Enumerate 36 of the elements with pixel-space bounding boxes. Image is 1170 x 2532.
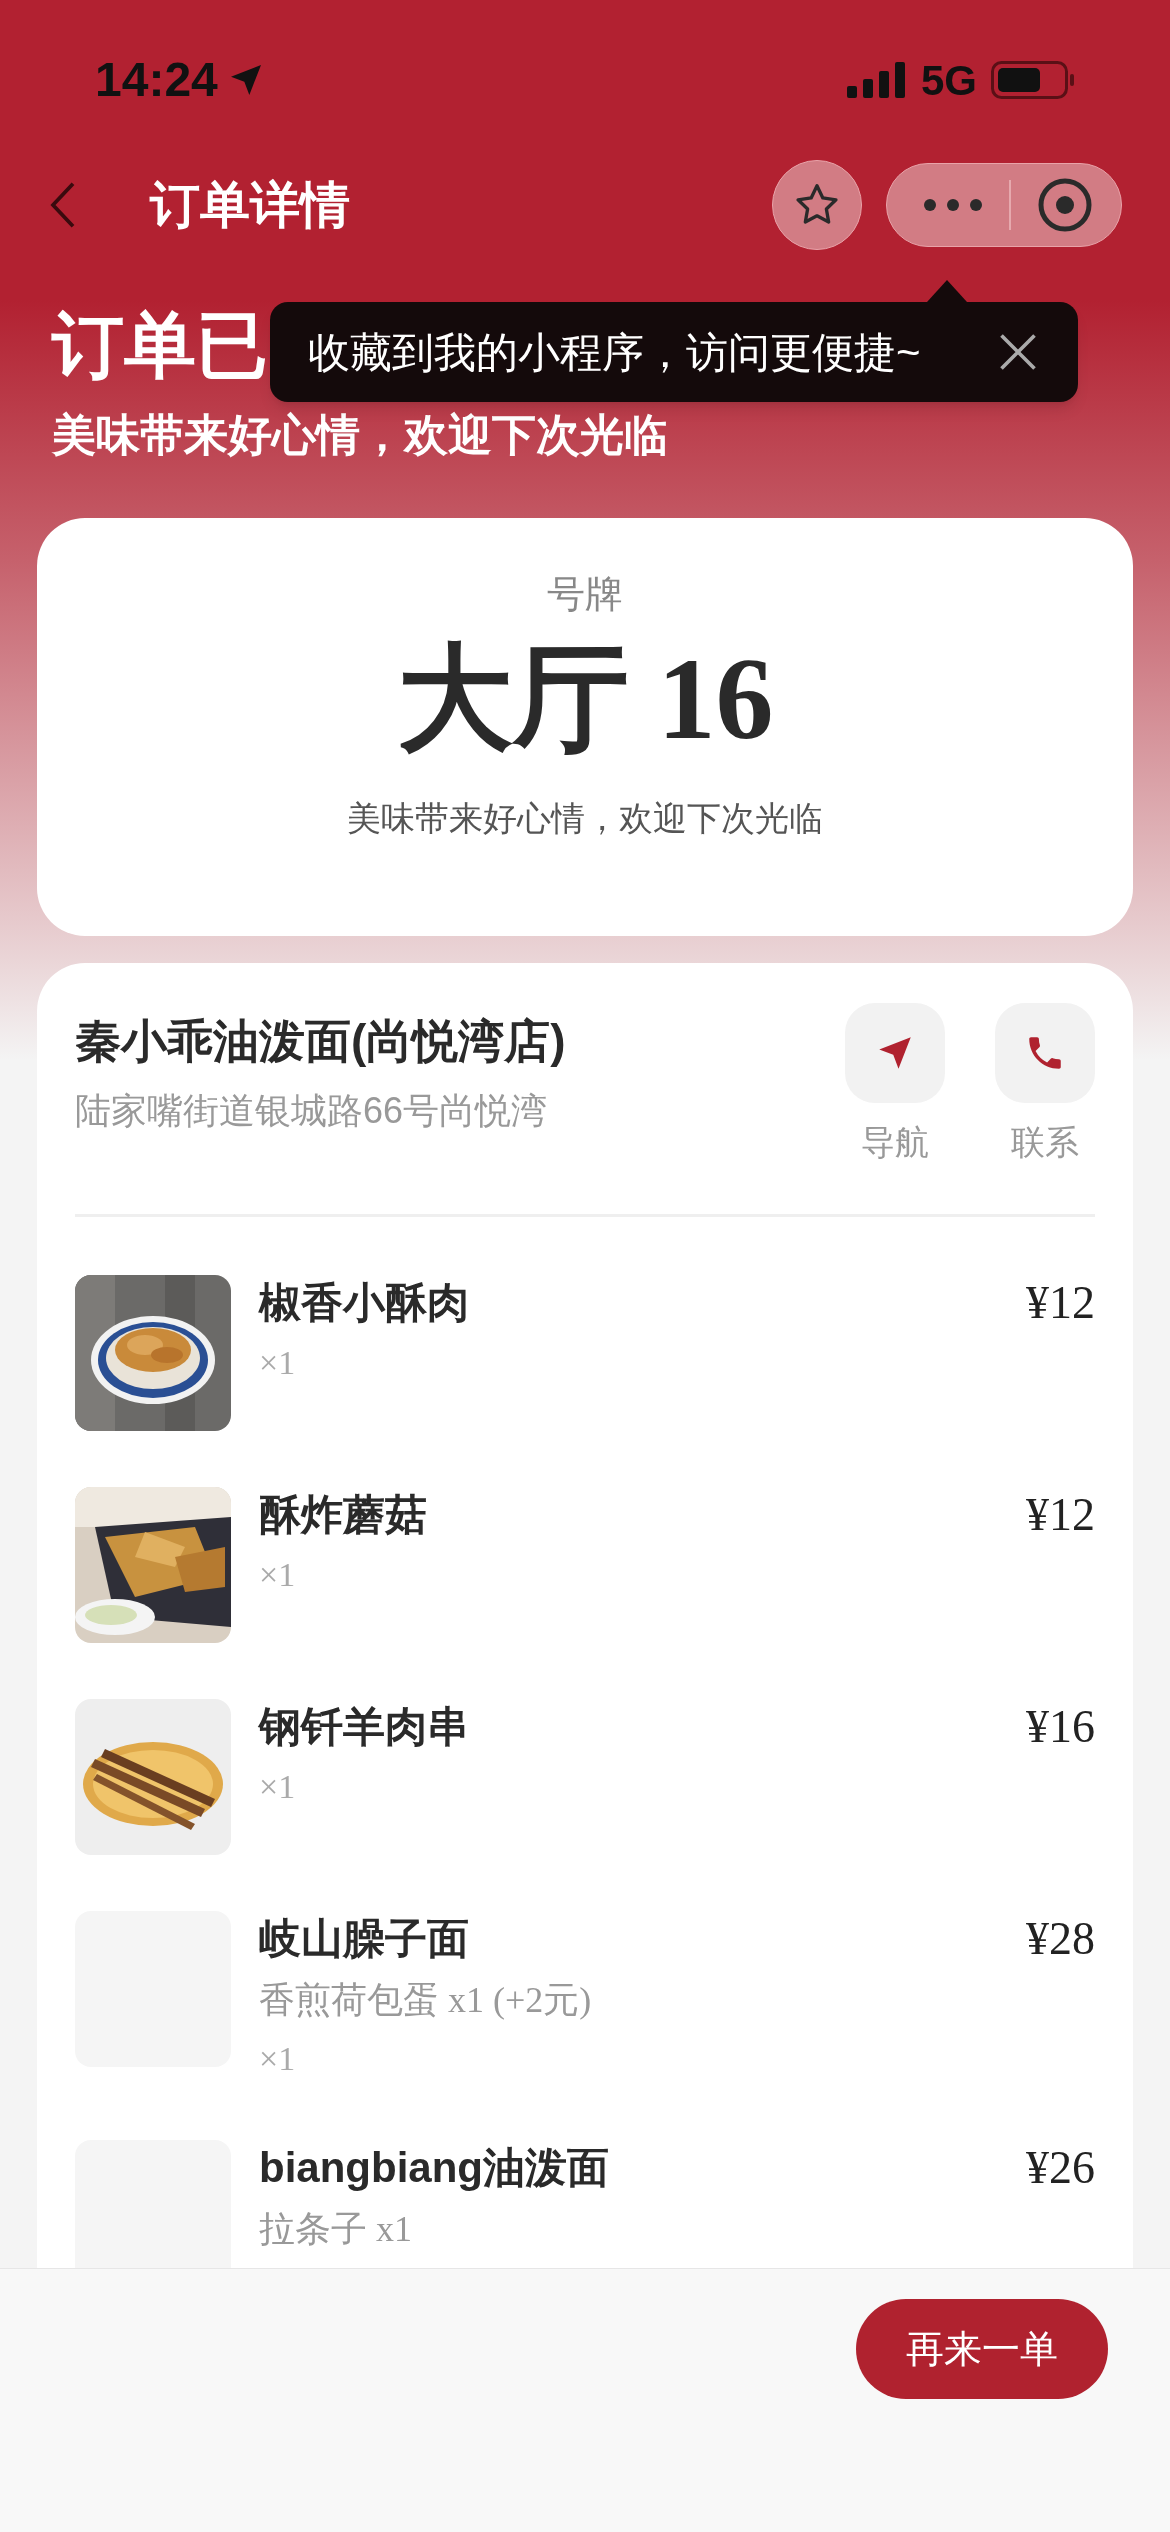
status-title: 订单已 [52, 304, 268, 387]
item-name: 椒香小酥肉 [259, 1278, 470, 1328]
store-action-button[interactable] [995, 1003, 1095, 1103]
battery-icon [991, 61, 1075, 99]
tooltip-text: 收藏到我的小程序，访问更便捷~ [308, 327, 921, 378]
item-quantity: ×1 [259, 1767, 297, 1807]
item-name: 岐山臊子面 [259, 1914, 470, 1964]
store-address: 陆家嘴街道银城路66号尚悦湾 [75, 1089, 549, 1133]
item-name: 酥炸蘑菇 [259, 1490, 428, 1540]
ticket-message: 美味带来好心情，欢迎下次光临 [347, 798, 823, 839]
close-mini-program-icon[interactable] [1037, 177, 1093, 233]
item-name: biangbiang油泼面 [259, 2143, 610, 2193]
item-quantity: ×1 [259, 1555, 297, 1595]
page-title: 订单详情 [150, 175, 350, 235]
item-price: ¥12 [1026, 1276, 1095, 1330]
status-subtitle: 美味带来好心情，欢迎下次光临 [52, 409, 669, 461]
ticket-label: 号牌 [547, 572, 623, 617]
item-options: 拉条子 x1 [259, 2202, 1026, 2256]
item-name: 钢钎羊肉串 [259, 1702, 470, 1752]
item-price: ¥26 [1026, 2141, 1095, 2195]
store-name: 秦小乖油泼面(尚悦湾店) [75, 1014, 567, 1069]
signal-icon [846, 62, 907, 98]
ticket-number: 大厅 16 [396, 634, 774, 765]
more-icon[interactable] [923, 198, 983, 212]
store-action-label: 导航 [861, 1122, 929, 1163]
item-quantity: ×1 [259, 2039, 297, 2079]
network-label: 5G [920, 55, 977, 106]
item-price: ¥16 [1026, 1700, 1095, 1754]
item-options: 香煎荷包蛋 x1 (+2元) [259, 1973, 1026, 2027]
store-action-label: 联系 [1011, 1122, 1079, 1163]
item-quantity: ×1 [259, 1343, 297, 1383]
item-price: ¥28 [1026, 1912, 1095, 1966]
status-time: 14:24 [95, 52, 218, 108]
item-price: ¥12 [1026, 1488, 1095, 1542]
store-action-button[interactable] [845, 1003, 945, 1103]
reorder-button[interactable]: 再来一单 [856, 2299, 1108, 2399]
